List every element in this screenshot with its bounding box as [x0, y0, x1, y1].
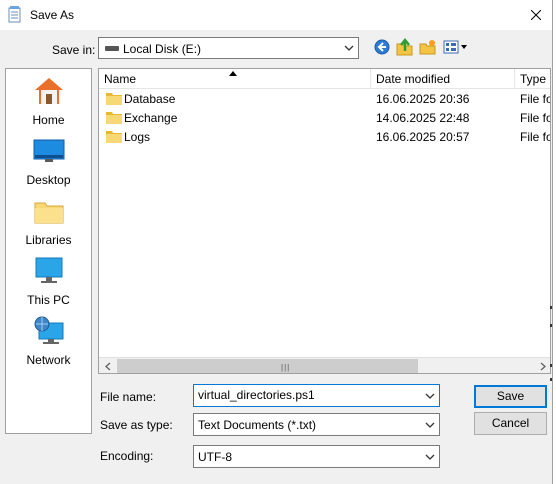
file-row-exchange[interactable]: Exchange 14.06.2025 22:48 File fo [99, 108, 551, 127]
drive-icon [105, 46, 119, 51]
encoding-dropdown[interactable]: UTF-8 [193, 445, 440, 468]
column-header-type[interactable]: Type [515, 69, 550, 89]
notepad-icon [8, 6, 21, 23]
column-header-label: Name [104, 72, 137, 86]
save-as-type-label: Save as type: [100, 418, 173, 432]
encoding-value: UTF-8 [198, 450, 232, 464]
folder-icon [106, 131, 122, 143]
close-button[interactable] [520, 0, 552, 30]
place-network[interactable]: Network [6, 315, 91, 371]
place-label: This PC [27, 293, 70, 307]
chevron-right-icon [540, 362, 546, 371]
file-date: 16.06.2025 20:36 [376, 92, 470, 106]
place-this-pc[interactable]: This PC [6, 255, 91, 311]
save-as-dialog: Save As Save in: Local Disk (E:) Home De… [0, 0, 556, 484]
save-in-label: Save in: [52, 43, 96, 57]
network-icon [34, 316, 64, 344]
file-name: Database [124, 92, 176, 106]
encoding-label: Encoding: [100, 449, 154, 463]
view-menu-button[interactable] [443, 38, 469, 56]
file-name-input[interactable] [198, 388, 418, 402]
folder-icon [106, 112, 122, 124]
scroll-left-button[interactable] [99, 358, 116, 373]
chevron-down-icon[interactable] [425, 392, 435, 400]
save-in-value: Local Disk (E:) [123, 42, 202, 56]
place-libraries[interactable]: Libraries [6, 195, 91, 251]
column-header-label: Date modified [376, 72, 451, 86]
file-date: 16.06.2025 20:57 [376, 130, 470, 144]
file-type: File fo [520, 92, 551, 106]
file-type: File fo [520, 130, 551, 144]
scrollbar-grip-icon: ||| [281, 363, 291, 372]
save-as-type-value: Text Documents (*.txt) [198, 418, 317, 432]
title-bar[interactable]: Save As [0, 0, 552, 30]
file-row-logs[interactable]: Logs 16.06.2025 20:57 File fo [99, 127, 551, 146]
back-arrow-icon [374, 39, 390, 55]
close-icon [531, 10, 541, 20]
place-label: Desktop [26, 173, 71, 187]
column-header-name[interactable]: Name [99, 69, 371, 89]
window-title: Save As [30, 8, 75, 22]
this-pc-icon [35, 257, 63, 283]
file-row-database[interactable]: Database 16.06.2025 20:36 File fo [99, 89, 551, 108]
column-header-date-modified[interactable]: Date modified [371, 69, 515, 89]
file-type: File fo [520, 111, 551, 125]
place-label: Home [32, 113, 65, 127]
scrollbar-thumb[interactable]: ||| [117, 359, 418, 373]
file-name: Exchange [124, 111, 178, 125]
save-in-dropdown[interactable]: Local Disk (E:) [98, 37, 359, 59]
places-bar: Home Desktop Libraries This PC Network [5, 68, 92, 434]
save-as-type-dropdown[interactable]: Text Documents (*.txt) [193, 413, 440, 436]
place-label: Libraries [25, 233, 72, 247]
horizontal-scrollbar[interactable]: ||| [99, 357, 550, 373]
chevron-down-icon [425, 454, 435, 460]
column-header-label: Type [520, 72, 547, 86]
file-name-label: File name: [100, 390, 157, 404]
back-button[interactable] [373, 38, 391, 56]
file-date: 14.06.2025 22:48 [376, 111, 470, 125]
libraries-icon [34, 202, 64, 224]
home-icon [35, 78, 63, 104]
file-list[interactable]: Name Date modified Type Database 16.06.2… [98, 68, 551, 374]
cancel-button[interactable]: Cancel [474, 412, 547, 435]
sort-ascending-icon [229, 71, 237, 76]
place-home[interactable]: Home [6, 75, 91, 131]
save-button[interactable]: Save [474, 385, 547, 408]
new-folder-icon [419, 40, 436, 55]
place-desktop[interactable]: Desktop [6, 135, 91, 191]
background-window-edge [552, 0, 556, 484]
new-folder-button[interactable] [419, 38, 437, 56]
view-menu-icon [443, 40, 467, 54]
chevron-down-icon [344, 45, 354, 51]
chevron-left-icon [104, 362, 110, 371]
folder-icon [106, 93, 122, 105]
up-folder-icon [396, 38, 413, 56]
file-name-field[interactable] [193, 384, 440, 407]
background-window-fragment [550, 306, 552, 381]
file-name: Logs [124, 130, 151, 144]
chevron-down-icon [425, 422, 435, 428]
up-one-level-button[interactable] [396, 38, 414, 56]
desktop-icon [33, 139, 65, 162]
place-label: Network [26, 353, 71, 367]
